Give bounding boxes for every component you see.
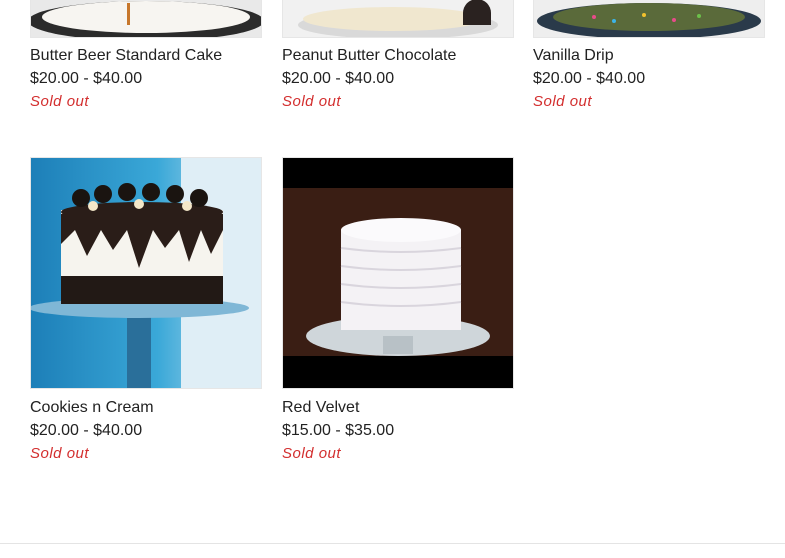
sold-out-label: Sold out [30, 445, 90, 462]
product-price: $20.00 - $40.00 [30, 70, 143, 87]
product-price: $15.00 - $35.00 [282, 422, 395, 439]
peanut-butter-chocolate-cake-image[interactable] [282, 0, 514, 38]
product-price: $20.00 - $40.00 [282, 70, 395, 87]
sold-out-label: Sold out [282, 93, 342, 110]
product-title[interactable]: Cookies n Cream [30, 398, 154, 418]
sold-out-label: Sold out [533, 93, 593, 110]
sold-out-label: Sold out [282, 445, 342, 462]
product-title[interactable]: Vanilla Drip [533, 46, 614, 66]
red-velvet-cake-image[interactable] [282, 157, 514, 389]
cookies-n-cream-cake-image[interactable] [30, 157, 262, 389]
product-title[interactable]: Red Velvet [282, 398, 359, 418]
product-title[interactable]: Butter Beer Standard Cake [30, 46, 222, 66]
product-price: $20.00 - $40.00 [30, 422, 143, 439]
product-title[interactable]: Peanut Butter Chocolate [282, 46, 456, 66]
footer-divider [0, 543, 785, 544]
product-price: $20.00 - $40.00 [533, 70, 646, 87]
sold-out-label: Sold out [30, 93, 90, 110]
butter-beer-cake-image[interactable] [30, 0, 262, 38]
vanilla-drip-cake-image[interactable] [533, 0, 765, 38]
